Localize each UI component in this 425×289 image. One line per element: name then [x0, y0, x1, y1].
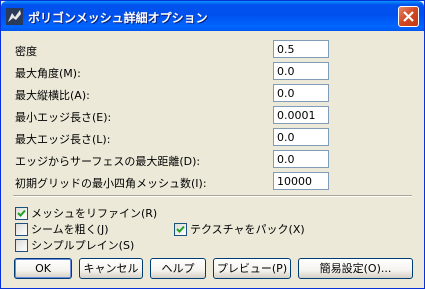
refine-mesh-label: メッシュをリファイン(R): [31, 207, 158, 220]
help-button[interactable]: ヘルプ: [150, 258, 206, 279]
max-angle-field[interactable]: [273, 62, 329, 80]
simple-options-button[interactable]: 簡易設定(O)...: [298, 258, 413, 279]
checkmark-icon: [176, 225, 185, 233]
density-label: 密度: [15, 45, 37, 58]
simple-planes-label: シンプルプレイン(S): [31, 239, 135, 252]
checkbox-box[interactable]: [15, 238, 28, 252]
ok-button[interactable]: OK: [14, 258, 72, 279]
rhino-app-icon: [6, 8, 23, 25]
checkbox-box[interactable]: [15, 206, 28, 220]
refine-mesh-checkbox[interactable]: メッシュをリファイン(R): [15, 205, 157, 221]
pack-textures-label: テクスチャをパック(X): [190, 223, 305, 236]
title-bar[interactable]: ポリゴンメッシュ詳細オプション: [1, 1, 424, 31]
max-edge-length-label: 最大エッジ長さ(L):: [15, 133, 111, 146]
preview-button[interactable]: プレビュー(P): [213, 258, 291, 279]
max-edge-length-field[interactable]: [273, 128, 329, 146]
density-field[interactable]: [273, 40, 329, 58]
separator: [13, 195, 412, 197]
coarse-seams-label: シームを粗く(J): [31, 223, 109, 236]
cancel-button[interactable]: キャンセル: [79, 258, 143, 279]
max-edge-surface-distance-label: エッジからサーフェスの最大距離(D):: [15, 155, 201, 168]
checkmark-icon: [17, 209, 26, 217]
max-edge-surface-distance-field[interactable]: [273, 150, 329, 168]
max-angle-label: 最大角度(M):: [15, 67, 81, 80]
dialog-window: ポリゴンメッシュ詳細オプション 密度 最大角度(M): 最大縦横比(A): 最小…: [0, 0, 425, 289]
coarse-seams-checkbox[interactable]: シームを粗く(J): [15, 221, 109, 237]
min-initial-grid-quads-field[interactable]: [273, 172, 329, 190]
checkbox-box[interactable]: [15, 222, 28, 236]
simple-planes-checkbox[interactable]: シンプルプレイン(S): [15, 237, 134, 253]
pack-textures-checkbox[interactable]: テクスチャをパック(X): [174, 221, 305, 237]
min-edge-length-field[interactable]: [273, 106, 329, 124]
checkbox-box[interactable]: [174, 222, 187, 236]
max-aspect-ratio-field[interactable]: [273, 84, 329, 102]
max-aspect-ratio-label: 最大縦横比(A):: [15, 89, 90, 102]
window-title: ポリゴンメッシュ詳細オプション: [28, 11, 208, 25]
min-initial-grid-quads-label: 初期グリッドの最小四角メッシュ数(I):: [15, 177, 207, 190]
close-button[interactable]: [398, 6, 419, 27]
min-edge-length-label: 最小エッジ長さ(E):: [15, 111, 112, 124]
